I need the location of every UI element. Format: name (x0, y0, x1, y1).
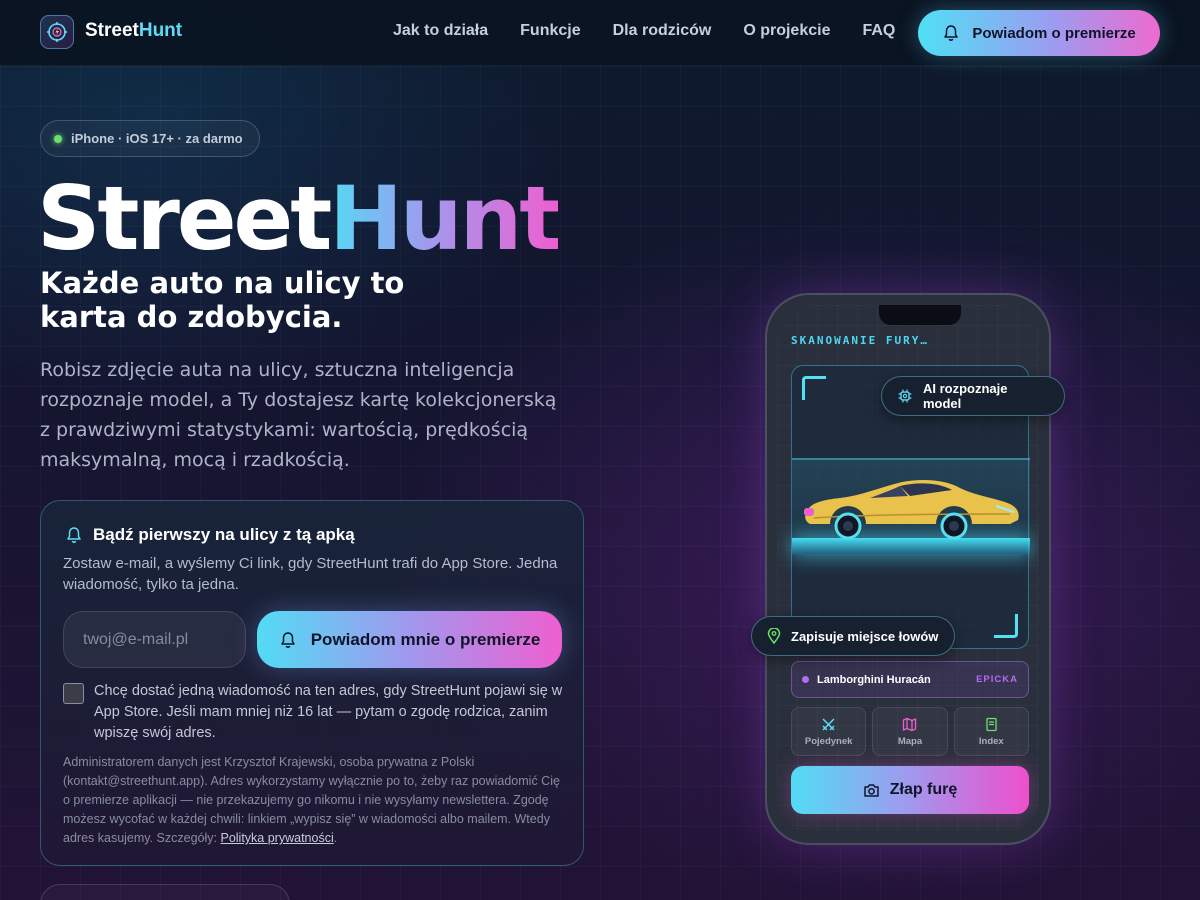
notify-me-button[interactable]: Powiadom mnie o premierze (257, 611, 562, 668)
signup-card: Bądź pierwszy na ulicy z tą apką Zostaw … (40, 500, 584, 866)
legal-text-end: . (333, 831, 338, 845)
hero-title: StreetHunt (37, 164, 561, 274)
hero-title-gradient: Hunt (329, 167, 561, 270)
consent-text: Chcę dostać jedną wiadomość na ten adres… (94, 683, 563, 741)
bell-icon (280, 631, 295, 648)
platform-badge: iPhone · iOS 17+ · za darmo (40, 120, 260, 157)
catch-car-label: Złap furę (889, 781, 958, 798)
tile-index[interactable]: Index (953, 707, 1029, 756)
consent-checkbox[interactable] (63, 683, 84, 704)
tile-duel[interactable]: Pojedynek (791, 707, 867, 756)
tile-map[interactable]: Mapa (872, 707, 948, 756)
rarity-dot (802, 676, 809, 683)
viewfinder-corner (994, 614, 1018, 638)
app-feature-tiles: Pojedynek Mapa Index (791, 707, 1029, 756)
tile-map-label: Mapa (897, 735, 923, 747)
nav-links: Jak to działa Funkcje Dla rodziców O pro… (393, 22, 895, 40)
car-glow-floor (792, 538, 1030, 554)
brand-name[interactable]: StreetHunt (85, 20, 182, 42)
viewfinder-corner (802, 376, 826, 400)
hero-subtitle-line1: Każde auto na ulicy to (40, 266, 405, 300)
status-dot (54, 134, 62, 143)
scan-label: SKANOWANIE FURY… (791, 334, 929, 347)
tile-duel-label: Pojedynek (804, 735, 853, 747)
location-pin-icon (767, 628, 781, 644)
notify-premiere-button[interactable]: Powiadom o premierze (918, 10, 1160, 56)
catch-car-button[interactable]: Złap furę (791, 766, 1029, 814)
tile-index-label: Index (978, 735, 1004, 747)
bell-icon (944, 25, 959, 41)
notify-premiere-label: Powiadom o premierze (972, 24, 1136, 42)
hero-subtitle-line2: karta do zdobycia. (40, 300, 343, 334)
secondary-button-partial[interactable] (40, 884, 290, 900)
car-model-name: Lamborghini Huracán (817, 673, 931, 686)
book-icon (986, 717, 997, 731)
sports-car-illustration (804, 480, 1019, 540)
signup-heading: Bądź pierwszy na ulicy z tą apką (65, 525, 355, 545)
nav-link-features[interactable]: Funkcje (520, 22, 580, 40)
nav-link-faq[interactable]: FAQ (862, 22, 895, 40)
signup-text: Zostaw e-mail, a wyślemy Ci link, gdy St… (63, 555, 558, 593)
camera-icon (863, 783, 879, 797)
platform-badge-text: iPhone · iOS 17+ · za darmo (71, 131, 243, 146)
location-saved-chip: Zapisuje miejsce łowów (751, 616, 955, 656)
nav-link-about[interactable]: O projekcie (743, 22, 830, 40)
bell-icon (67, 527, 81, 543)
hero-description: Robisz zdjęcie auta na ulicy, sztuczna i… (40, 359, 557, 471)
logo-icon[interactable] (40, 15, 74, 49)
location-saved-text: Zapisuje miejsce łowów (791, 628, 939, 644)
email-input[interactable] (63, 611, 246, 668)
top-navigation: StreetHunt Jak to działa Funkcje Dla rod… (0, 0, 1200, 66)
nav-link-parents[interactable]: Dla rodziców (613, 22, 712, 40)
swords-icon (822, 717, 835, 731)
rarity-badge: EPICKA (976, 674, 1018, 685)
signup-heading-text: Bądź pierwszy na ulicy z tą apką (93, 525, 355, 544)
ai-recognition-text: AI rozpoznaje model (922, 381, 1008, 411)
ai-recognition-chip: AI rozpoznaje model (881, 376, 1065, 416)
privacy-policy-link[interactable]: Polityka prywatności (220, 831, 333, 845)
scan-result-card[interactable]: Lamborghini Huracán EPICKA (791, 661, 1029, 698)
legal-notice: Administratorem danych jest Krzysztof Kr… (63, 753, 563, 848)
nav-link-how-it-works[interactable]: Jak to działa (393, 22, 488, 40)
hero-title-white: Street (37, 167, 332, 270)
brand-name-accent: Hunt (138, 20, 183, 41)
chip-icon (898, 389, 912, 403)
hero-subtitle: Każde auto na ulicy to karta do zdobycia. (40, 266, 460, 334)
phone-notch (879, 305, 961, 325)
brand-name-white: Street (85, 20, 139, 41)
scan-line (792, 458, 1030, 460)
notify-me-label: Powiadom mnie o premierze (310, 629, 541, 649)
map-icon (903, 717, 917, 731)
